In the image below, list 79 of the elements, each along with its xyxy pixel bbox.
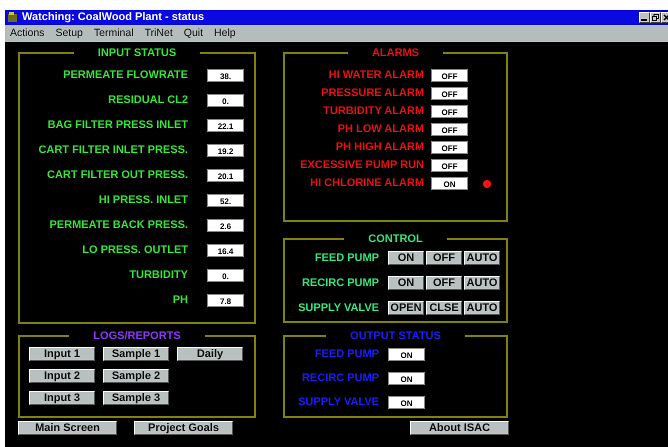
value-box: 2.6 [207, 219, 244, 232]
sensor-label: CART FILTER OUT PRESS. [46, 169, 188, 182]
menu-item[interactable]: Actions [10, 26, 44, 42]
sensor-label: CART FILTER INLET PRESS. [37, 144, 188, 157]
sensor-label: HI PRESS. INLET [98, 194, 188, 207]
panel-title: LOGS/REPORTS [92, 330, 182, 342]
device-label: RECIRC PUMP [300, 276, 379, 290]
control-button[interactable]: AUTO [464, 301, 500, 315]
value-box: 20.1 [207, 169, 244, 182]
value-box: 16.4 [207, 244, 244, 257]
alarm-state-box: OFF [431, 141, 468, 154]
sensor-label: LO PRESS. OUTLET [81, 244, 188, 257]
alarm-label: EXCESSIVE PUMP RUN [299, 159, 424, 172]
menu-item[interactable]: TriNet [144, 26, 173, 42]
control-button[interactable]: AUTO [464, 251, 500, 265]
output-label: SUPPLY VALVE [297, 396, 379, 409]
value-box: 52. [207, 194, 244, 207]
nav-button[interactable]: Main Screen [18, 421, 117, 435]
sensor-label: RESIDUAL CL2 [107, 94, 188, 107]
panel-title: CONTROL [367, 233, 424, 245]
sensor-label: BAG FILTER PRESS INLET [46, 119, 188, 132]
alarm-state-box: OFF [431, 87, 468, 100]
alarm-label: PH LOW ALARM [336, 123, 424, 136]
sensor-label: PERMEATE FLOWRATE [62, 69, 188, 82]
close-icon [663, 14, 668, 21]
value-box: 38. [207, 69, 244, 82]
report-button[interactable]: Input 2 [29, 369, 95, 383]
value-box: 19.2 [207, 144, 244, 157]
value-box: 22.1 [207, 119, 244, 132]
control-button[interactable]: OFF [426, 276, 462, 290]
alarm-state-box: OFF [431, 123, 468, 136]
panel-title: ALARMS [370, 47, 420, 59]
output-label: FEED PUMP [314, 348, 379, 361]
alarm-state-box: OFF [431, 159, 468, 172]
restore-button[interactable] [650, 12, 661, 23]
alarm-state-box: OFF [431, 69, 468, 82]
value-box: 7.8 [207, 294, 244, 307]
output-state-box: ON [388, 372, 425, 385]
alarm-label: TURBIDITY ALARM [322, 105, 424, 118]
menu-item[interactable]: Quit [184, 26, 204, 42]
nav-button[interactable]: Project Goals [134, 421, 233, 435]
report-button[interactable]: Daily [177, 347, 243, 361]
report-button[interactable]: Sample 2 [103, 369, 169, 383]
control-button[interactable]: CLSE [426, 301, 462, 315]
alarm-state-box: OFF [431, 105, 468, 118]
nav-button[interactable]: About ISAC [410, 421, 509, 435]
report-button[interactable]: Input 1 [29, 347, 95, 361]
minimize-button[interactable] [639, 12, 650, 23]
report-button[interactable]: Input 3 [29, 391, 95, 405]
value-box: 0. [207, 269, 244, 282]
device-label: FEED PUMP [314, 252, 379, 264]
control-button[interactable]: OPEN [388, 301, 424, 315]
alarm-label: PH HIGH ALARM [334, 141, 424, 154]
panel-title: OUTPUT STATUS [349, 330, 442, 342]
alarm-state-box: ON [431, 177, 468, 190]
report-button[interactable]: Sample 3 [103, 391, 169, 405]
control-button[interactable]: OFF [426, 251, 462, 265]
alarm-label: HI WATER ALARM [328, 69, 424, 82]
alarm-label: PRESSURE ALARM [320, 87, 424, 100]
menu-item[interactable]: Terminal [94, 26, 134, 42]
control-button[interactable]: AUTO [464, 276, 500, 290]
output-state-box: ON [388, 348, 425, 361]
menu-item[interactable]: Setup [55, 26, 83, 42]
output-state-box: ON [388, 396, 425, 409]
value-box: 0. [207, 94, 244, 107]
control-button[interactable]: ON [388, 276, 424, 290]
sensor-label: PERMEATE BACK PRESS. [48, 219, 188, 232]
app-icon [7, 12, 18, 23]
window-title: Watching: CoalWood Plant - status [22, 10, 204, 26]
report-button[interactable]: Sample 1 [103, 347, 169, 361]
alarm-label: HI CHLORINE ALARM [309, 177, 424, 190]
device-label: SUPPLY VALVE [297, 302, 379, 314]
control-button[interactable]: ON [388, 251, 424, 265]
restore-icon [652, 14, 659, 21]
sensor-label: PH [172, 294, 188, 307]
panel-title: INPUT STATUS [96, 47, 178, 59]
sensor-label: TURBIDITY [128, 269, 188, 282]
output-label: RECIRC PUMP [300, 372, 379, 385]
menu-item[interactable]: Help [214, 26, 236, 42]
